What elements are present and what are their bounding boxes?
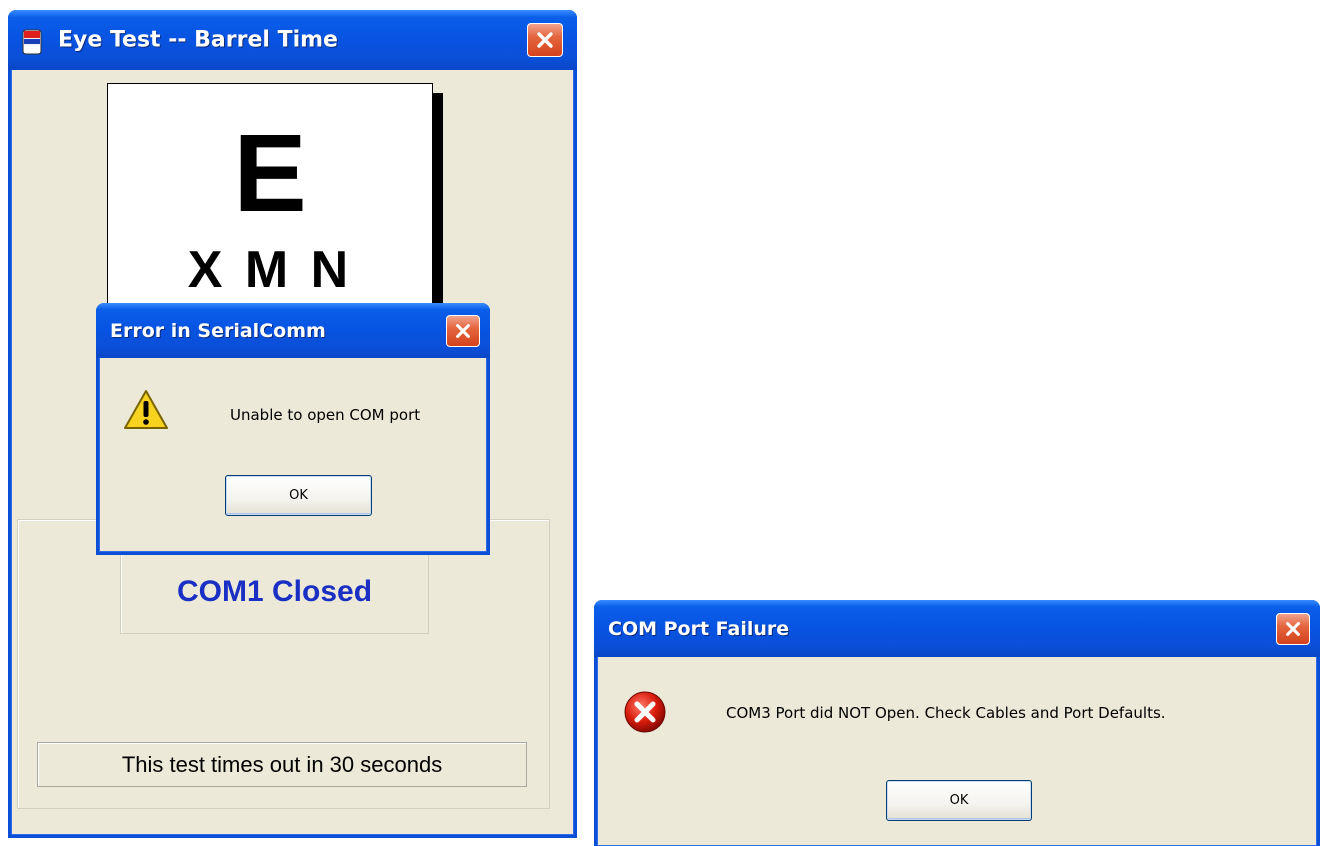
eye-test-titlebar[interactable]: Eye Test -- Barrel Time: [8, 10, 577, 70]
com-failure-titlebar[interactable]: COM Port Failure: [594, 600, 1320, 657]
error-icon: [624, 691, 666, 733]
eye-chart-row-letters: X M N: [187, 241, 353, 299]
com-failure-ok-button[interactable]: OK: [886, 780, 1032, 821]
close-icon: [537, 32, 553, 48]
eye-chart-large-letter: E: [233, 112, 307, 235]
close-icon: [456, 323, 470, 338]
eye-test-title: Eye Test -- Barrel Time: [58, 27, 338, 53]
close-icon: [1286, 621, 1300, 636]
serialcomm-close-button[interactable]: [446, 314, 480, 347]
serialcomm-title: Error in SerialComm: [110, 319, 326, 342]
com-port-failure-dialog: COM Port Failure COM3 Port did NOT Open.…: [594, 600, 1320, 846]
warning-icon: [124, 390, 168, 429]
eye-test-close-button[interactable]: [527, 23, 563, 57]
timeout-message: This test times out in 30 seconds: [37, 742, 527, 787]
serialcomm-titlebar[interactable]: Error in SerialComm: [96, 303, 490, 358]
serialcomm-ok-button[interactable]: OK: [225, 475, 372, 516]
com-failure-message: COM3 Port did NOT Open. Check Cables and…: [726, 704, 1166, 722]
serialcomm-message: Unable to open COM port: [230, 406, 421, 424]
serialcomm-error-dialog: Error in SerialComm Unable to open COM p…: [96, 303, 490, 555]
com-status-label: COM1 Closed: [176, 575, 373, 608]
app-icon: [22, 29, 42, 55]
com-failure-close-button[interactable]: [1276, 612, 1310, 645]
com-failure-title: COM Port Failure: [608, 617, 790, 640]
